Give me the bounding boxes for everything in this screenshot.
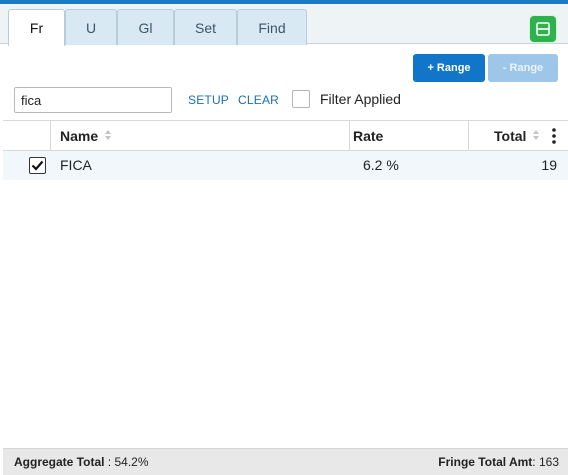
fringe-total: Fringe Total Amt: 163 (438, 455, 559, 469)
row-checkbox[interactable] (29, 157, 46, 174)
setup-link[interactable]: SETUP (188, 93, 229, 107)
tab-find[interactable]: Find (237, 9, 307, 45)
column-divider (50, 121, 51, 151)
sort-icon[interactable] (104, 129, 112, 141)
tab-u[interactable]: U (65, 9, 117, 45)
tab-label: Gl (138, 19, 153, 36)
row-total: 19 (541, 157, 557, 173)
tab-gl[interactable]: Gl (117, 9, 174, 45)
aggregate-total: Aggregate Total : 54.2% (14, 455, 149, 469)
fringe-total-label: Fringe Total Amt (438, 455, 533, 469)
table-header: Name Rate Total (3, 120, 568, 151)
column-header-rate[interactable]: Rate (353, 128, 383, 144)
tab-label: Set (194, 19, 216, 36)
column-divider (349, 121, 350, 151)
tab-label: U (85, 19, 97, 36)
add-range-button[interactable]: + Range (413, 54, 485, 82)
collapse-panel-button[interactable] (530, 16, 556, 42)
summary-footer: Aggregate Total : 54.2% Fringe Total Amt… (3, 448, 568, 475)
aggregate-total-label: Aggregate Total (14, 455, 105, 469)
row-name: FICA (60, 157, 92, 173)
tab-fr[interactable]: Fr (8, 9, 65, 46)
filter-applied-checkbox[interactable] (292, 90, 310, 108)
aggregate-total-value: : 54.2% (107, 455, 149, 469)
collapse-panel-icon (536, 22, 550, 36)
row-rate: 6.2 % (363, 157, 399, 173)
column-divider (468, 121, 469, 151)
table-row[interactable]: FICA 6.2 % 19 (3, 151, 568, 180)
tab-label: Find (258, 19, 286, 36)
tab-label: Fr (29, 20, 44, 36)
column-menu-icon[interactable] (549, 127, 559, 145)
fringe-total-value: : 163 (532, 455, 559, 469)
tab-set[interactable]: Set (174, 9, 237, 45)
sort-icon[interactable] (532, 129, 540, 141)
filter-applied-label: Filter Applied (320, 91, 401, 107)
column-header-total[interactable]: Total (494, 128, 526, 144)
remove-range-button[interactable]: - Range (488, 54, 558, 82)
clear-link[interactable]: CLEAR (238, 93, 279, 107)
column-header-name[interactable]: Name (60, 128, 98, 144)
tab-bar: Fr U Gl Set Find (0, 4, 568, 46)
checkmark-icon (31, 160, 44, 171)
search-input[interactable] (14, 87, 172, 113)
